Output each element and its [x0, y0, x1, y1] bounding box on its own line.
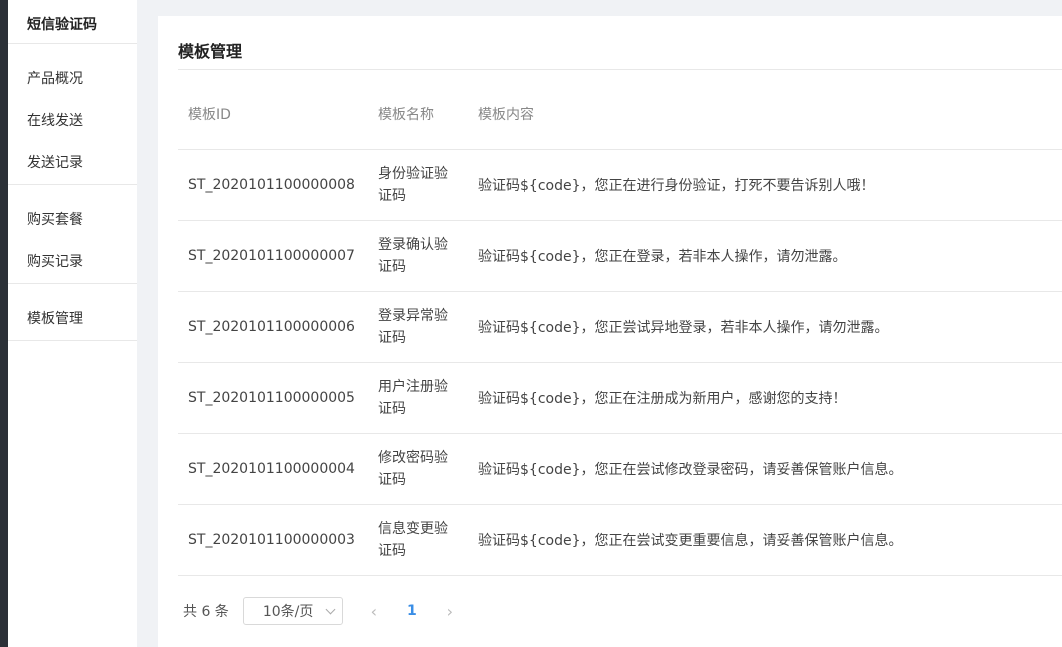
cell-template-id: ST_2020101100000003 — [178, 504, 368, 576]
pagination: 共 6 条 10条/页 ‹ 1 › — [183, 597, 469, 625]
sidebar-item-online-send[interactable]: 在线发送 — [8, 100, 137, 142]
table-row: ST_2020101100000003 信息变更验证码 验证码${code}，您… — [178, 504, 1062, 576]
sidebar-item-purchase-records[interactable]: 购买记录 — [8, 241, 137, 283]
cell-template-name: 登录确认验证码 — [368, 220, 468, 292]
table-row: ST_2020101100000008 身份验证验证码 验证码${code}，您… — [178, 149, 1062, 221]
sidebar-header: 短信验证码 — [8, 0, 137, 44]
cell-template-id: ST_2020101100000004 — [178, 433, 368, 505]
sidebar: 短信验证码 产品概况 在线发送 发送记录 购买套餐 购买记录 模板管理 — [8, 0, 137, 647]
sidebar-group-purchase: 购买套餐 购买记录 — [8, 185, 137, 284]
cell-template-name: 修改密码验证码 — [368, 433, 468, 505]
chevron-down-icon — [325, 604, 336, 614]
sidebar-item-template-management[interactable]: 模板管理 — [8, 298, 137, 340]
cell-template-id: ST_2020101100000008 — [178, 149, 368, 221]
table-row: ST_2020101100000004 修改密码验证码 验证码${code}，您… — [178, 433, 1062, 505]
page-number-current[interactable]: 1 — [393, 603, 431, 619]
content-panel: 模板管理 模板ID 模板名称 模板内容 ST_2020101100000008 … — [158, 16, 1062, 647]
cell-template-id: ST_2020101100000005 — [178, 362, 368, 434]
table-header-row: 模板ID 模板名称 模板内容 — [178, 79, 1062, 150]
column-header-content: 模板内容 — [468, 79, 1062, 150]
table-row: ST_2020101100000005 用户注册验证码 验证码${code}，您… — [178, 362, 1062, 434]
cell-template-name: 信息变更验证码 — [368, 504, 468, 576]
title-divider — [178, 69, 1062, 70]
cell-template-content: 验证码${code}，您正在注册成为新用户，感谢您的支持！ — [468, 362, 1062, 434]
sidebar-title: 短信验证码 — [27, 17, 97, 33]
pagination-total: 共 6 条 — [183, 604, 229, 620]
sidebar-item-buy-package[interactable]: 购买套餐 — [8, 199, 137, 241]
prev-page-button[interactable]: ‹ — [355, 602, 393, 621]
page-title: 模板管理 — [178, 42, 243, 61]
table-row: ST_2020101100000006 登录异常验证码 验证码${code}，您… — [178, 291, 1062, 363]
column-header-name: 模板名称 — [368, 79, 468, 150]
sidebar-group-templates: 模板管理 — [8, 284, 137, 341]
page-size-value: 10条/页 — [262, 604, 314, 620]
cell-template-id: ST_2020101100000006 — [178, 291, 368, 363]
page-size-select[interactable]: 10条/页 — [242, 597, 343, 625]
sidebar-item-overview[interactable]: 产品概况 — [8, 58, 137, 100]
cell-template-name: 登录异常验证码 — [368, 291, 468, 363]
column-header-id: 模板ID — [178, 79, 368, 150]
sidebar-group-overview: 产品概况 在线发送 发送记录 — [8, 44, 137, 185]
sidebar-item-send-records[interactable]: 发送记录 — [8, 142, 137, 184]
app-nav-strip — [0, 0, 8, 647]
cell-template-id: ST_2020101100000007 — [178, 220, 368, 292]
cell-template-name: 用户注册验证码 — [368, 362, 468, 434]
cell-template-content: 验证码${code}，您正尝试异地登录，若非本人操作，请勿泄露。 — [468, 291, 1062, 363]
table-row: ST_2020101100000007 登录确认验证码 验证码${code}，您… — [178, 220, 1062, 292]
cell-template-content: 验证码${code}，您正在进行身份验证，打死不要告诉别人哦！ — [468, 149, 1062, 221]
cell-template-content: 验证码${code}，您正在尝试变更重要信息，请妥善保管账户信息。 — [468, 504, 1062, 576]
cell-template-content: 验证码${code}，您正在登录，若非本人操作，请勿泄露。 — [468, 220, 1062, 292]
cell-template-name: 身份验证验证码 — [368, 149, 468, 221]
next-page-button[interactable]: › — [431, 602, 469, 621]
cell-template-content: 验证码${code}，您正在尝试修改登录密码，请妥善保管账户信息。 — [468, 433, 1062, 505]
template-table: 模板ID 模板名称 模板内容 ST_2020101100000008 身份验证验… — [178, 79, 1062, 576]
